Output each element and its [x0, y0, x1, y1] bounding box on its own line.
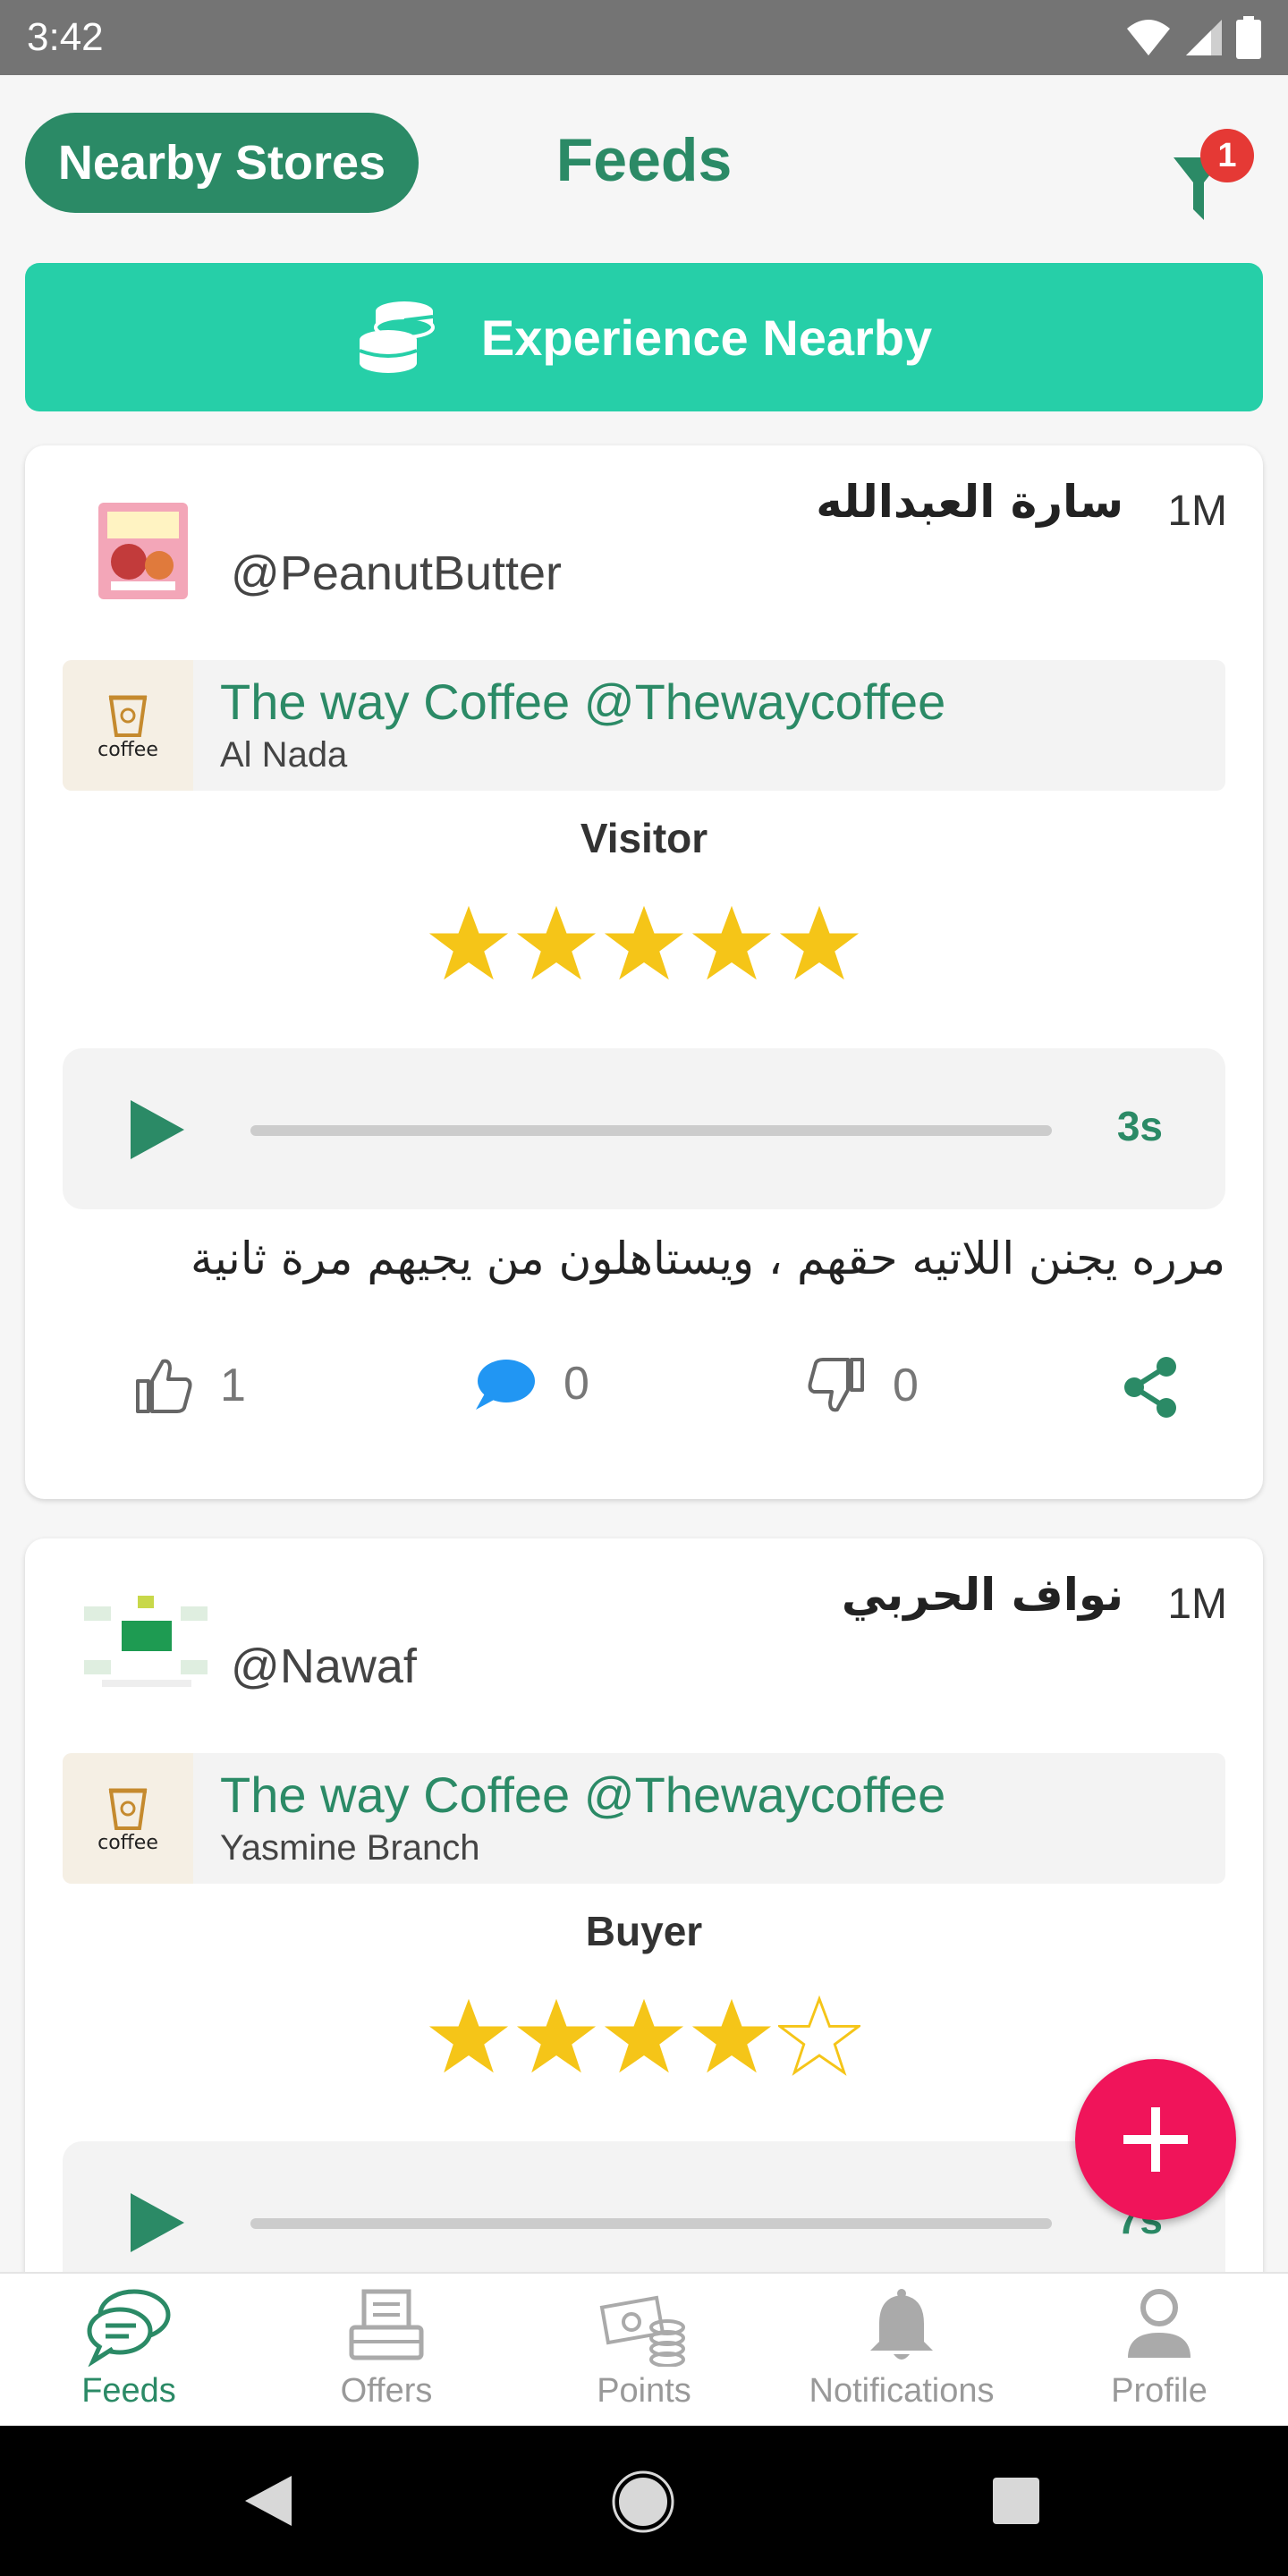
audio-player: 3s [63, 1048, 1225, 1209]
home-icon[interactable] [612, 2470, 674, 2533]
top-bar: Nearby Stores Feeds 1 [0, 75, 1288, 254]
like-button[interactable]: 1 [134, 1356, 246, 1415]
star-filled-icon [604, 1998, 684, 2073]
star-filled-icon [779, 905, 860, 980]
avatar[interactable] [75, 1585, 218, 1719]
feed-card[interactable]: نواف الحربي 1M @Nawaf coffee The way Cof… [25, 1538, 1263, 2343]
play-icon[interactable] [125, 2190, 188, 2256]
star-filled-icon [604, 905, 684, 980]
post-username: نواف الحربي [841, 1569, 1123, 1621]
filter-button[interactable]: 1 [1172, 129, 1261, 227]
like-count: 1 [220, 1360, 246, 1411]
thumbs-up-icon [136, 1359, 192, 1413]
experience-nearby-label: Experience Nearby [480, 309, 933, 366]
post-time: 1M [1167, 1580, 1227, 1628]
nav-notifications[interactable]: Notifications [773, 2274, 1030, 2428]
store-link[interactable]: coffee The way Coffee @Thewaycoffee Yasm… [63, 1753, 1225, 1884]
experience-nearby-button[interactable]: Experience Nearby [25, 263, 1263, 411]
post-actions: 1 0 0 [25, 1356, 1263, 1463]
rating-stars [25, 902, 1263, 984]
thumbs-down-icon [808, 1358, 864, 1412]
add-post-button[interactable] [1075, 2059, 1236, 2220]
nav-label: Feeds [81, 2372, 176, 2410]
star-filled-icon [691, 905, 772, 980]
feeds-icon [87, 2289, 171, 2367]
dislike-button[interactable]: 0 [807, 1356, 919, 1415]
store-logo: coffee [63, 660, 193, 791]
post-username: سارة العبدالله [816, 476, 1123, 528]
star-filled-icon [691, 1998, 772, 2073]
battery-icon [1236, 16, 1261, 59]
audio-progress-track[interactable] [250, 1125, 1052, 1136]
nav-offers[interactable]: Offers [258, 2274, 515, 2428]
nav-points[interactable]: Points [515, 2274, 773, 2428]
dislike-count: 0 [893, 1360, 919, 1411]
reviewer-role: Buyer [585, 1908, 703, 1954]
star-empty-icon [778, 1995, 860, 2076]
share-button[interactable] [1122, 1356, 1179, 1419]
audio-duration: 3s [1116, 1103, 1163, 1149]
signal-icon [1186, 20, 1222, 55]
store-logo: coffee [63, 1753, 193, 1884]
star-filled-icon [428, 905, 509, 980]
comment-icon [476, 1360, 535, 1410]
post-handle[interactable]: @Nawaf [231, 1639, 417, 1694]
nearby-stores-button[interactable]: Nearby Stores [25, 113, 419, 213]
bell-icon [870, 2289, 933, 2360]
nav-label: Points [597, 2372, 691, 2410]
comment-button[interactable]: 0 [472, 1356, 589, 1411]
store-branch: Yasmine Branch [220, 1828, 480, 1868]
profile-icon [1128, 2289, 1191, 2358]
page-title: Feeds [555, 126, 733, 194]
filter-badge: 1 [1200, 129, 1254, 182]
points-icon [599, 2295, 685, 2367]
coffee-cup-icon [108, 695, 148, 737]
play-icon[interactable] [125, 1097, 188, 1163]
comment-count: 0 [564, 1358, 589, 1410]
post-handle[interactable]: @PeanutButter [231, 546, 562, 601]
star-filled-icon [428, 1998, 509, 2073]
nav-profile[interactable]: Profile [1030, 2274, 1288, 2428]
recents-icon[interactable] [991, 2476, 1041, 2526]
nav-label: Offers [340, 2372, 433, 2410]
star-filled-icon [516, 1998, 597, 2073]
feed-card[interactable]: سارة العبدالله 1M @PeanutButter coffee T… [25, 445, 1263, 1499]
share-icon [1124, 1357, 1176, 1418]
rating-stars [25, 1995, 1263, 2077]
bottom-nav: Feeds Offers Points Notifications Profil… [0, 2272, 1288, 2426]
store-logo-text: coffee [97, 738, 158, 761]
store-logo-text: coffee [97, 1831, 158, 1854]
reviewer-role: Visitor [580, 815, 708, 861]
store-branch: Al Nada [220, 735, 348, 775]
coins-icon [359, 301, 435, 373]
avatar[interactable] [75, 492, 209, 626]
star-filled-icon [516, 905, 597, 980]
wifi-icon [1127, 20, 1170, 55]
nav-feeds[interactable]: Feeds [0, 2274, 258, 2428]
plus-icon [1123, 2107, 1188, 2172]
status-icons [1125, 16, 1261, 59]
nav-label: Profile [1111, 2372, 1208, 2410]
coffee-cup-icon [108, 1788, 148, 1830]
system-nav-bar [0, 2426, 1288, 2576]
store-name: The way Coffee @Thewaycoffee [220, 674, 946, 730]
offers-icon [349, 2289, 424, 2360]
store-name: The way Coffee @Thewaycoffee [220, 1767, 946, 1823]
post-time: 1M [1167, 487, 1227, 535]
audio-progress-track[interactable] [250, 2218, 1052, 2229]
status-bar: 3:42 [0, 0, 1288, 75]
status-time: 3:42 [27, 15, 104, 59]
back-icon[interactable] [242, 2472, 295, 2529]
review-text: مرره يجنن اللاتيه حقهم ، ويستاهلون من يج… [191, 1233, 1225, 1284]
nav-label: Notifications [809, 2372, 995, 2410]
store-link[interactable]: coffee The way Coffee @Thewaycoffee Al N… [63, 660, 1225, 791]
